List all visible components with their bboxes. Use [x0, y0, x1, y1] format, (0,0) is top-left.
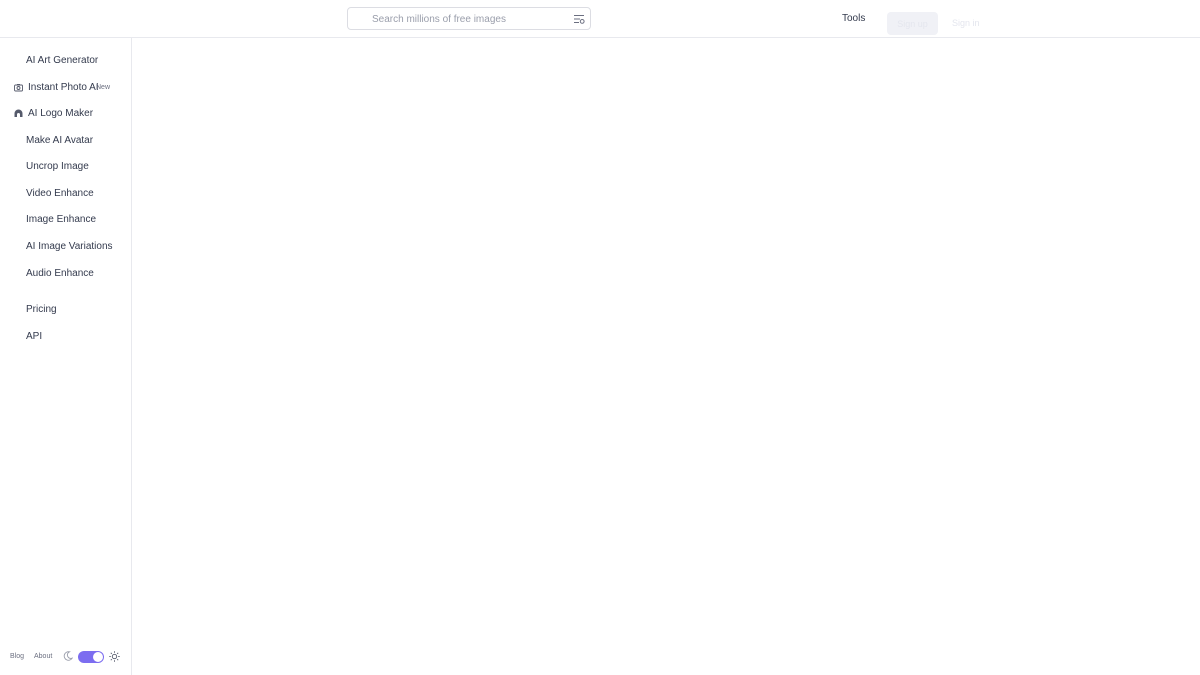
sidebar-item-uncrop-image[interactable]: Uncrop Image	[0, 157, 130, 177]
blog-link[interactable]: Blog	[10, 653, 24, 660]
search-input[interactable]	[372, 11, 562, 27]
sidebar-item-label: AI Logo Maker	[28, 108, 94, 119]
sidebar-item-api[interactable]: API	[0, 327, 130, 347]
sidebar-item-label: Pricing	[26, 304, 57, 315]
sidebar-item-label: AI Art Generator	[26, 55, 99, 66]
tools-menu[interactable]: Tools	[842, 13, 865, 24]
search-box[interactable]	[347, 7, 591, 30]
moon-icon	[63, 651, 73, 661]
filter-icon[interactable]	[573, 13, 585, 25]
top-bar: Tools Sign up Sign in	[0, 0, 1200, 38]
sidebar-item-label: Uncrop Image	[26, 161, 89, 172]
sidebar-item-pricing[interactable]: Pricing	[0, 300, 130, 320]
sidebar-item-ai-image-variations[interactable]: AI Image Variations	[0, 237, 130, 257]
new-badge: New	[96, 84, 111, 91]
sidebar-item-make-ai-avatar[interactable]: Make AI Avatar	[0, 131, 130, 151]
toggle-knob	[93, 652, 103, 662]
sidebar-footer: Blog About	[0, 648, 130, 668]
main-content	[132, 38, 1200, 675]
theme-toggle[interactable]	[78, 651, 104, 663]
sidebar-item-image-enhance[interactable]: Image Enhance	[0, 210, 130, 230]
about-link[interactable]: About	[34, 653, 52, 660]
sidebar-item-label: Audio Enhance	[26, 268, 94, 279]
sidebar-item-label: Video Enhance	[26, 188, 94, 199]
sidebar-item-ai-art-generator[interactable]: AI Art Generator	[0, 51, 130, 71]
camera-icon	[14, 84, 23, 92]
sidebar-item-label: Image Enhance	[26, 214, 97, 225]
sign-in-button[interactable]: Sign in	[952, 18, 980, 28]
sign-up-button[interactable]: Sign up	[887, 12, 938, 35]
sidebar-item-label: Instant Photo AI	[28, 82, 99, 93]
sidebar: AI Art Generator Instant Photo AI New AI…	[0, 38, 132, 675]
sidebar-item-audio-enhance[interactable]: Audio Enhance	[0, 264, 130, 284]
logo-icon	[14, 109, 23, 117]
sidebar-item-video-enhance[interactable]: Video Enhance	[0, 184, 130, 204]
sidebar-item-instant-photo-ai[interactable]: Instant Photo AI New	[0, 78, 130, 98]
sidebar-item-label: Make AI Avatar	[26, 135, 94, 146]
sidebar-item-label: API	[26, 331, 43, 342]
sidebar-item-label: AI Image Variations	[26, 241, 113, 252]
sidebar-item-ai-logo-maker[interactable]: AI Logo Maker	[0, 104, 130, 124]
sun-icon	[109, 651, 120, 662]
